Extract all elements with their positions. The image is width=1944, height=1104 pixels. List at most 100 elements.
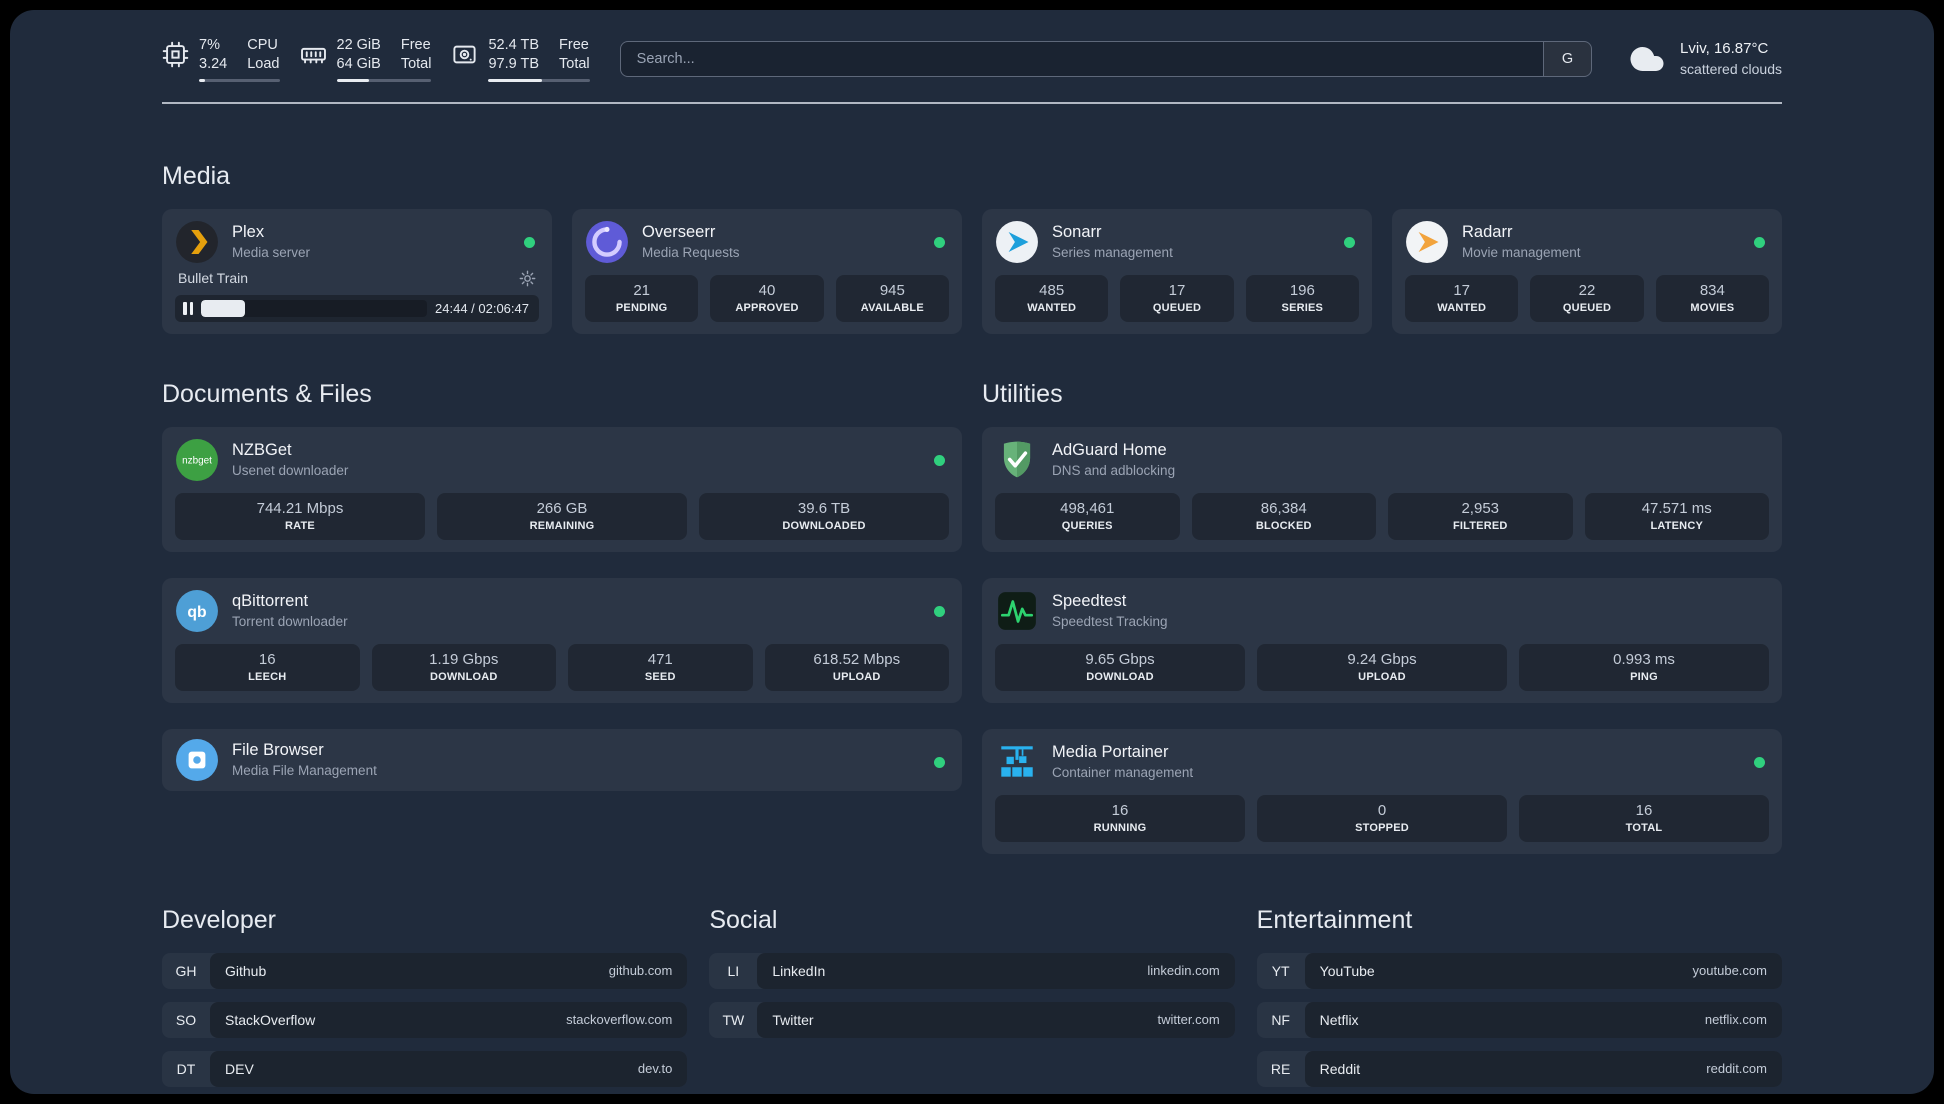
disk-usage-bar <box>488 78 590 82</box>
stat-value: 744.21 Mbps <box>256 499 344 517</box>
stat-value: 86,384 <box>1260 499 1307 517</box>
dashboard: 7% 3.24 CPU Load 22 GiB 64 GiB Free Tota… <box>10 10 1934 1094</box>
bookmark-stackoverflow[interactable]: SO StackOverflow stackoverflow.com <box>162 1001 688 1038</box>
stat-rate: 744.21 Mbps RATE <box>175 492 425 540</box>
bookmark-github[interactable]: GH Github github.com <box>162 952 688 989</box>
cpu-labels: CPU Load <box>247 37 280 72</box>
stat-filtered: 2,953 FILTERED <box>1388 492 1573 540</box>
stat-value: 17 <box>1453 281 1470 299</box>
disk-widget: 52.4 TB 97.9 TB Free Total <box>451 36 590 82</box>
card-sonarr[interactable]: Sonarr Series management 485 WANTED 17 Q… <box>982 208 1372 334</box>
cpu-values: 7% 3.24 <box>199 36 227 74</box>
speedtest-icon <box>995 589 1039 633</box>
bookmark-name: Github <box>225 962 267 979</box>
search-input[interactable] <box>620 41 1544 76</box>
radarr-icon <box>1405 220 1449 264</box>
card-overseerr[interactable]: Overseerr Media Requests 21 PENDING 40 A… <box>572 208 962 334</box>
documents-group: Documents & Files nzbget NZBGet Usenet d… <box>162 334 962 791</box>
stat-downloaded: 39.6 TB DOWNLOADED <box>699 492 949 540</box>
section-title-documents: Documents & Files <box>162 379 372 408</box>
stat-value: 498,461 <box>1060 499 1115 517</box>
memory-total: 64 GiB <box>336 55 381 72</box>
stat-value: 945 <box>879 281 905 299</box>
stat-label: DOWNLOAD <box>429 670 498 683</box>
bookmark-netflix[interactable]: NF Netflix netflix.com <box>1256 1001 1782 1038</box>
bookmark-youtube[interactable]: YT YouTube youtube.com <box>1256 952 1782 989</box>
stat-running: 16 RUNNING <box>995 794 1245 842</box>
stat-value: 16 <box>1111 801 1129 819</box>
cpu-widget: 7% 3.24 CPU Load <box>162 36 280 82</box>
disk-icon <box>451 41 478 68</box>
card-adguard[interactable]: AdGuard Home DNS and adblocking 498,461 … <box>982 426 1782 552</box>
memory-icon <box>300 41 327 68</box>
card-nzbget[interactable]: nzbget NZBGet Usenet downloader 744.21 M… <box>162 426 962 552</box>
gear-icon[interactable] <box>519 270 536 287</box>
stat-label: RUNNING <box>1093 821 1147 834</box>
bookmark-reddit[interactable]: RE Reddit reddit.com <box>1256 1050 1782 1087</box>
bookmark-name: StackOverflow <box>225 1011 316 1028</box>
progress-track[interactable] <box>201 299 428 317</box>
weather-condition: scattered clouds <box>1680 60 1782 77</box>
stat-label: FILTERED <box>1452 519 1508 532</box>
bookmark-abbr: DT <box>176 1060 196 1077</box>
stat-label: QUERIES <box>1061 519 1113 532</box>
search-provider-button[interactable]: G <box>1543 41 1592 76</box>
overseerr-icon <box>585 220 629 264</box>
stat-value: 0 <box>1377 801 1387 819</box>
stat-upload: 9.24 Gbps UPLOAD <box>1257 643 1507 691</box>
card-portainer[interactable]: Media Portainer Container management 16 … <box>982 728 1782 854</box>
card-title: qBittorrent <box>232 592 309 611</box>
card-subtitle: Movie management <box>1462 245 1581 261</box>
bookmark-twitter[interactable]: TW Twitter twitter.com <box>709 1001 1235 1038</box>
stat-label: APPROVED <box>735 301 799 314</box>
bookmark-abbr: GH <box>175 962 197 979</box>
status-dot <box>934 756 945 768</box>
card-subtitle: Media File Management <box>232 763 377 779</box>
stat-label: WANTED <box>1027 301 1077 314</box>
card-title: NZBGet <box>232 441 292 460</box>
stat-label: DOWNLOAD <box>1086 670 1154 683</box>
bookmark-url: youtube.com <box>1692 963 1767 979</box>
bookmark-dev[interactable]: DT DEV dev.to <box>162 1050 688 1087</box>
stat-value: 834 <box>1699 281 1725 299</box>
cpu-percent: 7% <box>199 37 220 53</box>
svg-text:qb: qb <box>187 603 206 620</box>
card-subtitle: Usenet downloader <box>232 463 349 479</box>
overseerr-stats: 21 PENDING 40 APPROVED 945 AVAILABLE <box>585 274 949 322</box>
card-filebrowser[interactable]: File Browser Media File Management <box>162 728 962 791</box>
disk-values: 52.4 TB 97.9 TB <box>488 36 539 74</box>
search: G <box>619 40 1593 77</box>
stat-value: 22 <box>1578 281 1596 299</box>
stat-download: 1.19 Gbps DOWNLOAD <box>371 643 556 691</box>
stat-queries: 498,461 QUERIES <box>995 492 1180 540</box>
stat-value: 1.19 Gbps <box>429 650 499 668</box>
stat-remaining: 266 GB REMAINING <box>437 492 687 540</box>
playback-time: 24:44 / 02:06:47 <box>435 300 529 316</box>
card-speedtest[interactable]: Speedtest Speedtest Tracking 9.65 Gbps D… <box>982 577 1782 703</box>
track-title: Bullet Train <box>178 270 249 287</box>
status-dot <box>934 236 945 248</box>
status-dot <box>1754 756 1765 768</box>
stat-blocked: 86,384 BLOCKED <box>1191 492 1376 540</box>
pause-button[interactable] <box>183 301 193 315</box>
qbittorrent-stats: 16 LEECH 1.19 Gbps DOWNLOAD 471 SEED 618… <box>175 643 949 691</box>
stat-value: 21 <box>633 281 650 299</box>
bookmarks-entertainment: Entertainment YT YouTube youtube.com NF … <box>1256 860 1782 1087</box>
stat-value: 485 <box>1039 281 1065 299</box>
stat-upload: 618.52 Mbps UPLOAD <box>764 643 949 691</box>
weather-location: Lviv, 16.87°C <box>1680 40 1769 58</box>
stat-stopped: 0 STOPPED <box>1257 794 1507 842</box>
resource-widgets: 7% 3.24 CPU Load 22 GiB 64 GiB Free Tota… <box>162 36 590 82</box>
bookmark-abbr: TW <box>722 1011 745 1028</box>
stat-movies: 834 MOVIES <box>1655 274 1769 322</box>
card-plex[interactable]: Plex Media server Bullet Train 24:44 / 0… <box>162 208 552 334</box>
card-qbittorrent[interactable]: qb qBittorrent Torrent downloader 16 LEE… <box>162 577 962 703</box>
card-title: AdGuard Home <box>1052 441 1167 460</box>
card-radarr[interactable]: Radarr Movie management 17 WANTED 22 QUE… <box>1392 208 1782 334</box>
card-title: Overseerr <box>642 223 716 242</box>
bookmark-name: DEV <box>225 1060 254 1077</box>
bookmark-linkedin[interactable]: LI LinkedIn linkedin.com <box>709 952 1235 989</box>
sonarr-icon <box>995 220 1039 264</box>
bookmark-name: YouTube <box>1319 962 1375 979</box>
card-subtitle: Media server <box>232 245 311 261</box>
